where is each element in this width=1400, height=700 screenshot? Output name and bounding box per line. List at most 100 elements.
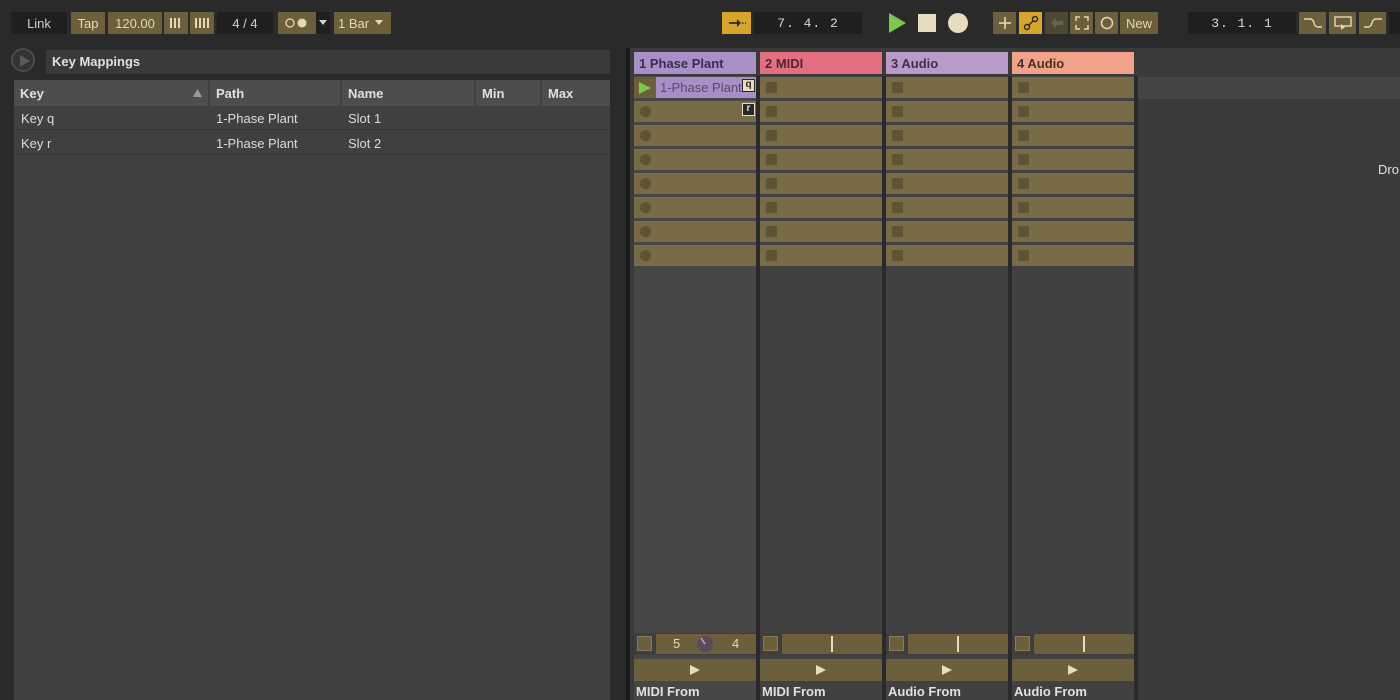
clip[interactable]: 1-Phase Plant q [656, 77, 756, 98]
clip-slot[interactable] [886, 125, 1008, 146]
clip-slot[interactable] [886, 173, 1008, 194]
overdub-icon[interactable] [993, 12, 1016, 34]
clip-slot[interactable] [760, 173, 882, 194]
pan-slider[interactable] [908, 634, 1008, 654]
cell-path: 1-Phase Plant [216, 136, 298, 151]
clip-slot[interactable] [886, 245, 1008, 266]
track-header-2[interactable]: 2 MIDI [760, 52, 882, 74]
clip-launch-button[interactable] [1012, 659, 1134, 681]
column-header-key[interactable]: Key [14, 80, 210, 106]
arrangement-position-field[interactable]: 7. 4. 2 [754, 12, 862, 34]
clip-slot[interactable]: r [634, 101, 756, 122]
clip-slot[interactable] [886, 77, 1008, 98]
clip-slot[interactable] [886, 221, 1008, 242]
clip-slot[interactable] [634, 197, 756, 218]
loop-icon[interactable] [1329, 12, 1356, 34]
loop-start-field[interactable]: 3. 1. 1 [1188, 12, 1296, 34]
column-divider [1008, 76, 1012, 700]
track-column-3: Audio From [886, 76, 1008, 700]
slot-stop-icon [892, 202, 903, 213]
clip-slot[interactable] [1012, 197, 1134, 218]
link-button[interactable]: Link [11, 12, 67, 34]
clip-slot[interactable] [1012, 125, 1134, 146]
back-to-arrangement-icon[interactable] [1045, 12, 1068, 34]
clip-launch-button[interactable] [886, 659, 1008, 681]
arm-button[interactable] [763, 636, 778, 651]
table-row[interactable]: Key r 1-Phase Plant Slot 2 [14, 131, 610, 155]
clip-slot[interactable] [760, 77, 882, 98]
clip-slot[interactable] [760, 197, 882, 218]
clip-slot[interactable] [1012, 173, 1134, 194]
nudge-up-icon[interactable] [190, 12, 214, 34]
metronome-icon[interactable] [278, 12, 316, 34]
pan-slider[interactable] [1034, 634, 1134, 654]
play-button[interactable] [884, 12, 910, 34]
clip-slot[interactable] [634, 221, 756, 242]
clip-slot[interactable] [760, 245, 882, 266]
column-header-max[interactable]: Max [542, 80, 610, 106]
clip-slot[interactable] [760, 149, 882, 170]
column-divider [1134, 76, 1138, 700]
track-control-right[interactable]: 4 [732, 636, 739, 651]
follow-icon[interactable] [722, 12, 751, 34]
clip-slot[interactable] [1012, 221, 1134, 242]
slot-stop-icon [1018, 178, 1029, 189]
clip-slot[interactable] [634, 125, 756, 146]
column-header-path[interactable]: Path [210, 80, 342, 106]
clip-slot[interactable] [760, 221, 882, 242]
clip-slot[interactable] [634, 149, 756, 170]
clip-slot[interactable] [886, 149, 1008, 170]
track-header-4[interactable]: 4 Audio [1012, 52, 1134, 74]
key-mapping-badge-q: q [742, 79, 755, 92]
column-header-min[interactable]: Min [476, 80, 542, 106]
capture-icon[interactable] [1070, 12, 1093, 34]
clip-play-icon[interactable] [638, 81, 652, 95]
slot-stop-icon [1018, 82, 1029, 93]
clip-slot[interactable] [760, 101, 882, 122]
clip-slot[interactable] [1012, 149, 1134, 170]
clip-slot[interactable] [1012, 245, 1134, 266]
table-row[interactable]: Key q 1-Phase Plant Slot 1 [14, 106, 610, 130]
slot-stop-icon [640, 250, 651, 261]
nudge-down-icon[interactable] [164, 12, 188, 34]
slot-stop-icon [766, 250, 777, 261]
clip-slot[interactable]: 1-Phase Plant q [634, 77, 756, 98]
clip-slot[interactable] [1012, 101, 1134, 122]
track-header-1[interactable]: 1 Phase Plant [634, 52, 756, 74]
tap-tempo-button[interactable]: Tap [71, 12, 105, 34]
automation-arm-icon[interactable] [1019, 12, 1042, 34]
track-control-left[interactable]: 5 [673, 636, 680, 651]
clip-slot[interactable] [886, 101, 1008, 122]
clip-slot[interactable] [886, 197, 1008, 218]
column-header-name[interactable]: Name [342, 80, 476, 106]
clip-slot[interactable] [1012, 77, 1134, 98]
punch-out-icon[interactable] [1359, 12, 1386, 34]
slot-stop-icon [766, 130, 777, 141]
session-record-icon[interactable] [1095, 12, 1118, 34]
metronome-menu-icon[interactable] [316, 12, 330, 34]
track-header-3[interactable]: 3 Audio [886, 52, 1008, 74]
clip-launch-button[interactable] [634, 659, 756, 681]
knob-icon[interactable] [696, 635, 714, 653]
tempo-field[interactable]: 120.00 [108, 12, 162, 34]
arm-button[interactable] [637, 636, 652, 651]
arm-button[interactable] [1015, 636, 1030, 651]
punch-in-icon[interactable] [1299, 12, 1326, 34]
clip-launch-button[interactable] [760, 659, 882, 681]
slot-stop-icon [766, 82, 777, 93]
track-column-4: Audio From [1012, 76, 1134, 700]
stop-button[interactable] [915, 12, 939, 34]
quantize-dropdown[interactable]: 1 Bar [334, 12, 391, 34]
slot-stop-icon [892, 178, 903, 189]
clip-slot[interactable] [634, 173, 756, 194]
clip-slot[interactable] [760, 125, 882, 146]
input-label: MIDI From [636, 684, 700, 699]
time-signature-field[interactable]: 4 / 4 [217, 12, 273, 34]
arm-button[interactable] [889, 636, 904, 651]
clip-slot[interactable] [634, 245, 756, 266]
record-button[interactable] [945, 12, 971, 34]
slot-stop-icon [1018, 250, 1029, 261]
browser-preview-button[interactable] [11, 48, 35, 72]
new-clip-button[interactable]: New [1120, 12, 1158, 34]
pan-slider[interactable] [782, 634, 882, 654]
